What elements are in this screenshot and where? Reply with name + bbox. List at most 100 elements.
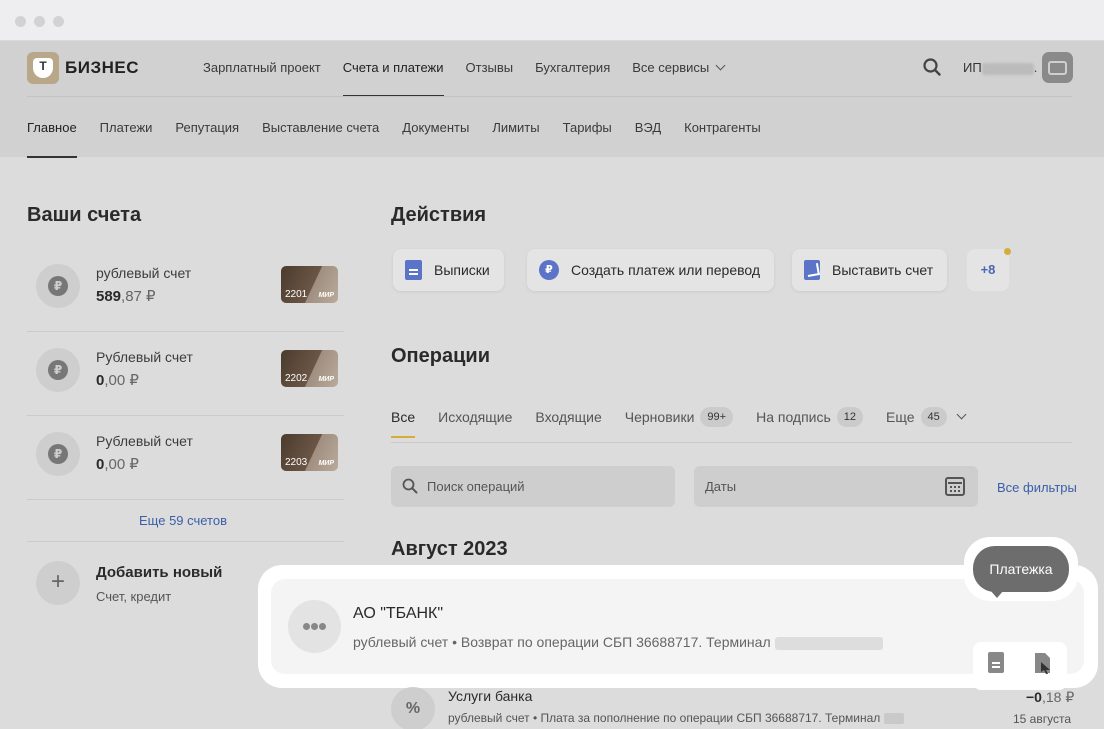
search-icon[interactable] — [923, 58, 941, 76]
subnav-limits[interactable]: Лимиты — [492, 120, 539, 135]
more-dots-icon — [288, 600, 341, 653]
divider — [27, 541, 344, 542]
account-name: рублевый счет — [96, 265, 192, 281]
subnav-main[interactable]: Главное — [27, 120, 77, 158]
operation-amount: −0,18 ₽ — [1026, 689, 1075, 705]
operations-title: Операции — [391, 345, 490, 367]
tab-more[interactable]: Еще 45 — [886, 407, 967, 427]
chevron-down-icon — [956, 409, 967, 419]
export-document-icon[interactable] — [1033, 652, 1053, 674]
add-new-subtitle: Счет, кредит — [96, 589, 172, 604]
blurred-user-name — [981, 62, 1034, 75]
subnav-ved[interactable]: ВЭД — [635, 120, 661, 135]
invoice-icon — [804, 260, 820, 280]
subnav-documents[interactable]: Документы — [402, 120, 469, 135]
logo-text[interactable]: БИЗНЕС — [65, 58, 139, 78]
create-payment-label: Создать платеж или перевод — [571, 262, 761, 278]
account-name: Рублевый счет — [96, 433, 193, 449]
nav-accounts-payments[interactable]: Счета и платежи — [342, 60, 444, 97]
nav-all-services[interactable]: Все сервисы — [632, 60, 726, 75]
calendar-icon[interactable] — [945, 477, 965, 496]
search-icon — [402, 478, 418, 494]
sub-nav: Главное Платежи Репутация Выставление сч… — [27, 120, 761, 158]
bank-card[interactable]: 2202 МИР — [281, 350, 338, 387]
operation-date: 15 августа — [1013, 712, 1072, 726]
percent-icon: % — [391, 687, 435, 729]
accounts-title: Ваши счета — [27, 204, 142, 226]
operation-title: АО "ТБАНК" — [353, 605, 444, 622]
count-badge: 45 — [920, 407, 947, 427]
app-area: Т БИЗНЕС Зарплатный проект Счета и плате… — [0, 41, 1104, 729]
statements-button[interactable]: Выписки — [393, 249, 504, 291]
search-placeholder: Поиск операций — [427, 479, 525, 494]
operation-title[interactable]: Услуги банка — [448, 688, 532, 704]
issue-invoice-label: Выставить счет — [832, 262, 934, 278]
bank-card[interactable]: 2201 МИР — [281, 266, 338, 303]
dates-input[interactable]: Даты — [694, 466, 978, 507]
tab-drafts[interactable]: Черновики 99+ — [625, 407, 734, 427]
create-payment-button[interactable]: ₽ Создать платеж или перевод — [527, 249, 775, 291]
user-name[interactable]: ИП. — [963, 60, 1037, 75]
briefcase-icon — [1048, 61, 1067, 75]
bank-card[interactable]: 2203 МИР — [281, 434, 338, 471]
more-accounts-link[interactable]: Еще 59 счетов — [139, 513, 227, 528]
nav-accounting[interactable]: Бухгалтерия — [535, 60, 610, 75]
tabs-divider — [391, 442, 1072, 443]
operation-subtitle: рублевый счет • Плата за пополнение по о… — [448, 711, 905, 725]
statements-label: Выписки — [434, 262, 490, 278]
operations-tabs: Все Исходящие Входящие Черновики 99+ На п… — [391, 407, 967, 438]
ruble-icon: ₽ — [36, 264, 80, 308]
ruble-icon: ₽ — [36, 348, 80, 392]
actions-title: Действия — [391, 204, 487, 226]
account-row[interactable]: ₽ Рублевый счет 0,00 ₽ 2202 МИР — [27, 332, 344, 416]
more-actions-button[interactable]: +8 — [967, 249, 1009, 291]
count-badge: 99+ — [700, 407, 734, 427]
account-balance: 0,00 ₽ — [96, 372, 139, 389]
account-balance: 0,00 ₽ — [96, 456, 139, 473]
tooltip-arrow — [990, 590, 1004, 598]
nav-reviews[interactable]: Отзывы — [466, 60, 514, 75]
subnav-reputation[interactable]: Репутация — [175, 120, 239, 135]
subnav-payments[interactable]: Платежи — [100, 120, 153, 135]
subnav-counterparties[interactable]: Контрагенты — [684, 120, 761, 135]
header-divider — [27, 96, 1072, 97]
dates-placeholder: Даты — [705, 479, 737, 494]
blurred-terminal-id — [774, 636, 883, 650]
account-balance: 589,87 ₽ — [96, 288, 156, 305]
nav-all-services-label: Все сервисы — [632, 60, 710, 75]
account-row[interactable]: ₽ рублевый счет 589,87 ₽ 2201 МИР — [27, 248, 344, 332]
maximize-window-dot[interactable] — [53, 16, 64, 27]
operation-row-highlighted[interactable] — [271, 579, 1084, 674]
tab-to-sign[interactable]: На подпись 12 — [756, 407, 864, 427]
window-titlebar — [0, 0, 1104, 41]
payment-document-icon[interactable] — [988, 652, 1004, 673]
avatar[interactable] — [1042, 52, 1073, 83]
ruble-icon: ₽ — [539, 260, 559, 280]
account-row[interactable]: ₽ Рублевый счет 0,00 ₽ 2203 МИР — [27, 416, 344, 500]
subnav-tariffs[interactable]: Тарифы — [563, 120, 612, 135]
operation-subtitle: рублевый счет • Возврат по операции СБП … — [353, 634, 883, 650]
subnav-invoicing[interactable]: Выставление счета — [262, 120, 379, 135]
month-header: Август 2023 — [391, 538, 508, 560]
tab-incoming[interactable]: Входящие — [535, 409, 601, 425]
issue-invoice-button[interactable]: Выставить счет — [792, 249, 948, 291]
plus-icon[interactable]: + — [36, 561, 80, 605]
nav-salary-project[interactable]: Зарплатный проект — [203, 60, 321, 75]
tab-all[interactable]: Все — [391, 409, 416, 438]
tooltip-payment-order: Платежка — [973, 546, 1069, 592]
search-operations-input[interactable]: Поиск операций — [391, 466, 675, 507]
account-name: Рублевый счет — [96, 349, 193, 365]
notification-dot — [1004, 248, 1011, 255]
minimize-window-dot[interactable] — [34, 16, 45, 27]
top-nav: Зарплатный проект Счета и платежи Отзывы… — [203, 60, 726, 97]
blurred-terminal-id — [884, 713, 905, 725]
tab-outgoing[interactable]: Исходящие — [438, 409, 512, 425]
count-badge: 12 — [836, 407, 864, 427]
chevron-down-icon — [715, 60, 726, 71]
close-window-dot[interactable] — [15, 16, 26, 27]
add-new-title[interactable]: Добавить новый — [96, 564, 222, 581]
header: Т БИЗНЕС Зарплатный проект Счета и плате… — [0, 41, 1104, 158]
document-icon — [405, 260, 422, 280]
all-filters-link[interactable]: Все фильтры — [997, 480, 1077, 495]
logo-icon[interactable]: Т — [27, 52, 59, 84]
